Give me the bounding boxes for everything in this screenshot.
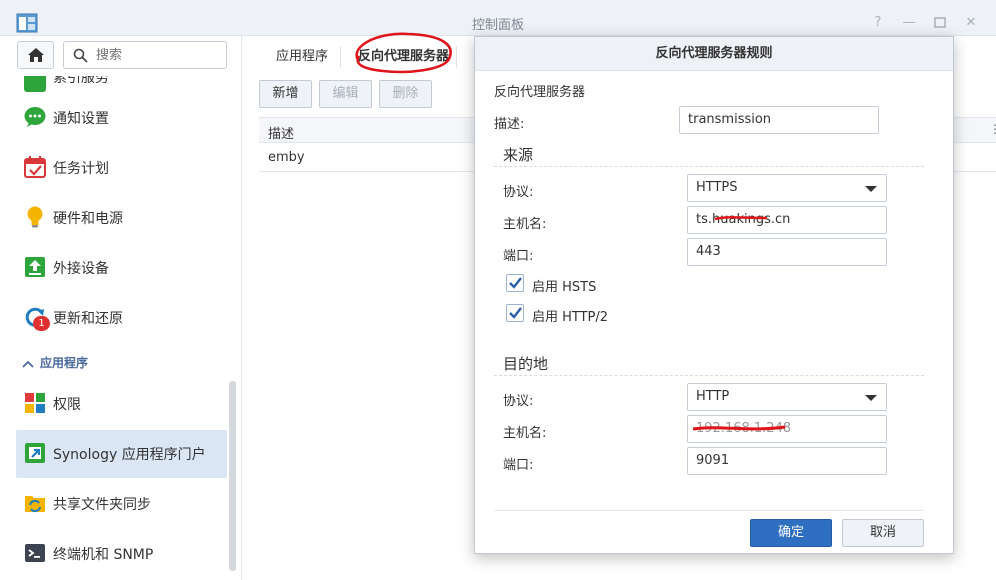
light-bulb-icon	[27, 206, 43, 228]
dropdown-caret-icon	[865, 186, 877, 192]
sidebar-scrollbar[interactable]	[229, 381, 236, 571]
column-header-description[interactable]: 描述	[268, 123, 294, 142]
checkmark-icon	[509, 307, 522, 319]
source-protocol-label: 协议:	[503, 185, 534, 200]
help-icon[interactable]: ?	[869, 14, 887, 32]
portal-arrow-icon	[25, 443, 45, 463]
chevron-up-icon	[22, 360, 34, 368]
hsts-checkbox[interactable]	[506, 274, 524, 292]
upload-box-icon	[25, 257, 45, 277]
sidebar-item-label: 权限	[53, 397, 81, 413]
sidebar-item-label: 硬件和电源	[53, 211, 123, 227]
sidebar-item-hardware-power[interactable]: 硬件和电源	[16, 194, 227, 242]
update-count-badge: 1	[33, 316, 50, 331]
redaction-scribble	[692, 425, 786, 431]
title-bar: 控制面板 ? — ✕	[0, 0, 996, 36]
source-protocol-select[interactable]: HTTPS	[687, 174, 887, 202]
maximize-icon[interactable]	[931, 14, 949, 32]
description-field[interactable]: transmission	[679, 106, 879, 134]
source-port-label: 端口:	[503, 249, 534, 264]
annotation-circle	[355, 32, 452, 74]
sidebar-item-label: 终端机和 SNMP	[53, 547, 154, 563]
source-title: 来源	[503, 146, 534, 164]
ok-button[interactable]: 确定	[750, 519, 832, 547]
edit-button[interactable]: 编辑	[319, 80, 372, 108]
sidebar-item-label: Synology 应用程序门户	[53, 447, 206, 463]
home-button[interactable]	[17, 41, 54, 69]
dropdown-caret-icon	[865, 395, 877, 401]
hsts-label: 启用 HSTS	[532, 280, 597, 295]
calendar-check-icon	[24, 156, 46, 178]
destination-port-label: 端口:	[503, 458, 534, 473]
reverse-proxy-rule-dialog: 反向代理服务器规则 反向代理服务器 描述: transmission 来源 协议…	[474, 36, 954, 554]
chat-bubble-icon	[24, 107, 46, 127]
column-menu-icon[interactable]: ⋮	[989, 122, 996, 136]
divider	[494, 166, 924, 167]
source-hostname-label: 主机名:	[503, 217, 547, 232]
source-port-field[interactable]: 443	[687, 238, 887, 266]
sidebar-item-update-restore[interactable]: 1 更新和还原	[16, 294, 227, 342]
sidebar-item-label: 任务计划	[53, 161, 109, 177]
destination-hostname-label: 主机名:	[503, 426, 547, 441]
permission-grid-icon	[25, 393, 45, 413]
indexing-icon	[24, 76, 46, 92]
sidebar-item-label: 通知设置	[53, 111, 109, 127]
cancel-button[interactable]: 取消	[842, 519, 924, 547]
sidebar-item-application-portal[interactable]: Synology 应用程序门户	[16, 430, 227, 478]
destination-title: 目的地	[503, 355, 549, 373]
selected-value: HTTP	[696, 389, 730, 404]
http2-label: 启用 HTTP/2	[532, 310, 609, 325]
sidebar-item-notification[interactable]: 通知设置	[16, 94, 227, 142]
sidebar-item-terminal-snmp[interactable]: 终端机和 SNMP	[16, 530, 227, 578]
sidebar: 索引服务 通知设置 任务计划 硬件	[0, 36, 242, 580]
description-label: 描述:	[494, 117, 525, 132]
sidebar-item-privileges[interactable]: 权限	[16, 380, 227, 428]
folder-sync-icon	[25, 496, 45, 513]
sidebar-item-external-devices[interactable]: 外接设备	[16, 244, 227, 292]
sidebar-item-partial[interactable]: 索引服务	[16, 76, 227, 94]
http2-checkbox[interactable]	[506, 304, 524, 322]
sidebar-item-label: 更新和还原	[53, 311, 123, 327]
minimize-icon[interactable]: —	[900, 14, 918, 32]
sidebar-item-task-scheduler[interactable]: 任务计划	[16, 144, 227, 192]
destination-protocol-select[interactable]: HTTP	[687, 383, 887, 411]
checkmark-icon	[509, 277, 522, 289]
search-box[interactable]	[63, 41, 227, 69]
control-panel-window: 控制面板 ? — ✕ 索引服务	[0, 0, 996, 580]
tab-divider	[340, 46, 341, 68]
row-description: emby	[268, 150, 305, 165]
sidebar-item-shared-folder-sync[interactable]: 共享文件夹同步	[16, 480, 227, 528]
add-button[interactable]: 新增	[259, 80, 312, 108]
destination-port-field[interactable]: 9091	[687, 447, 887, 475]
section-title: 应用程序	[40, 356, 89, 370]
terminal-icon	[25, 544, 45, 562]
divider	[494, 375, 924, 376]
footer-divider	[494, 510, 924, 511]
tab-applications[interactable]: 应用程序	[276, 45, 328, 75]
redaction-scribble	[714, 216, 768, 221]
search-icon	[73, 48, 88, 63]
sidebar-item-label: 索引服务	[53, 76, 109, 86]
sidebar-item-label: 外接设备	[53, 261, 109, 277]
window-title: 控制面板	[471, 18, 524, 33]
search-input[interactable]	[94, 46, 219, 64]
section-applications[interactable]: 应用程序	[22, 354, 88, 371]
close-icon[interactable]: ✕	[962, 14, 980, 32]
home-icon	[28, 48, 44, 62]
dialog-title: 反向代理服务器规则	[475, 37, 953, 71]
destination-protocol-label: 协议:	[503, 394, 534, 409]
delete-button[interactable]: 删除	[379, 80, 432, 108]
section-label: 反向代理服务器	[494, 85, 586, 100]
sidebar-item-label: 共享文件夹同步	[53, 497, 151, 513]
selected-value: HTTPS	[696, 180, 738, 195]
